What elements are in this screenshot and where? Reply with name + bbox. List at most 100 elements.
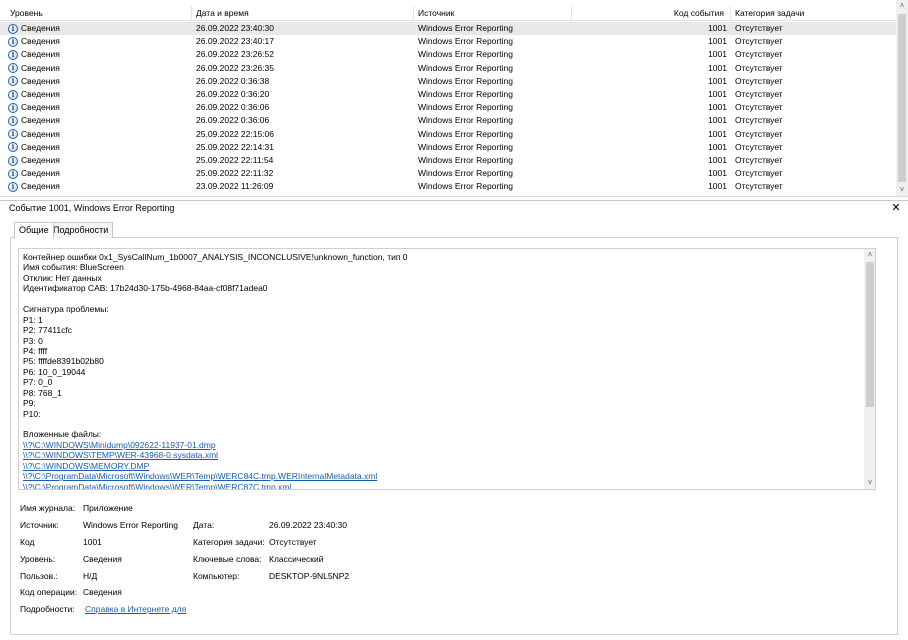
attached-file-link[interactable]: \\?\C:\WINDOWS\Minidump\092622-11937-01.… xyxy=(23,440,858,450)
level-value: Сведения xyxy=(83,554,122,564)
event-description-text: Контейнер ошибки 0x1_SysCallNum_1b0007_A… xyxy=(23,252,858,489)
cell-source: Windows Error Reporting xyxy=(418,89,513,99)
info-icon: i xyxy=(8,142,18,153)
info-icon: i xyxy=(8,181,18,192)
cell-level: Сведения xyxy=(21,115,60,126)
cell-level: Сведения xyxy=(21,62,60,73)
description-line: P2: 77411cfc xyxy=(23,325,72,336)
scroll-up-arrow-icon[interactable]: ˄ xyxy=(864,249,875,261)
cell-date: 25.09.2022 22:11:54 xyxy=(196,155,274,165)
cell-category: Отсутствует xyxy=(735,115,783,126)
events-list[interactable]: Уровень Дата и время Источник Код событи… xyxy=(0,0,908,197)
attached-file-link[interactable]: \\?\C:\ProgramData\Microsoft\Windows\WER… xyxy=(23,471,858,481)
details-header: Событие 1001, Windows Error Reporting ✕ xyxy=(0,200,908,216)
table-row[interactable]: i Сведения 26.09.2022 0:36:20 Windows Error… xyxy=(0,88,896,101)
table-row[interactable]: i Сведения 26.09.2022 23:40:30 Windows Erro… xyxy=(0,22,896,36)
task-category-value: Отсутствует xyxy=(269,537,317,547)
column-header-level[interactable]: Уровень xyxy=(6,6,192,21)
cell-code: 1001 xyxy=(708,102,727,113)
column-header-code[interactable]: Код события xyxy=(572,6,731,21)
details-title: Событие 1001, Windows Error Reporting xyxy=(9,203,175,213)
cell-code: 1001 xyxy=(708,168,727,179)
description-scrollbar[interactable]: ˄ ˅ xyxy=(864,249,875,489)
info-icon: i xyxy=(8,129,18,140)
column-header-category[interactable]: Категория задачи xyxy=(731,6,896,21)
cell-source: Windows Error Reporting xyxy=(418,49,513,60)
list-scrollbar[interactable]: ˄ ˅ xyxy=(896,0,908,196)
cell-level: Сведения xyxy=(21,49,60,60)
cell-category: Отсутствует xyxy=(735,49,783,60)
cell-level: Сведения xyxy=(21,89,60,99)
cell-code: 1001 xyxy=(708,128,727,139)
info-icon: i xyxy=(8,115,18,126)
table-row[interactable]: i Сведения 26.09.2022 23:26:35 Windows Erro… xyxy=(0,62,896,75)
date-label: Дата: xyxy=(193,520,215,530)
scroll-down-arrow-icon[interactable]: ˅ xyxy=(864,477,875,489)
table-row[interactable]: i Сведения 26.09.2022 23:40:17 Windows Erro… xyxy=(0,35,896,48)
info-icon: i xyxy=(8,23,18,34)
scroll-down-arrow-icon[interactable]: ˅ xyxy=(896,184,908,196)
info-icon: i xyxy=(8,63,18,74)
cell-source: Windows Error Reporting xyxy=(418,23,513,33)
cell-category: Отсутствует xyxy=(735,102,783,113)
info-icon: i xyxy=(8,168,18,179)
table-row[interactable]: i Сведения 25.09.2022 22:11:32 Windows Erro… xyxy=(0,167,896,180)
cell-category: Отсутствует xyxy=(735,141,783,152)
cell-category: Отсутствует xyxy=(735,23,783,33)
table-row[interactable]: i Сведения 25.09.2022 22:11:54 Windows Erro… xyxy=(0,154,896,167)
opcode-label: Код операции: xyxy=(20,587,78,597)
attached-file-link[interactable]: \\?\C:\WINDOWS\MEMORY.DMP xyxy=(23,461,858,471)
table-row[interactable]: i Сведения 25.09.2022 22:15:06 Windows Erro… xyxy=(0,128,896,141)
user-label: Пользов.: xyxy=(20,571,58,581)
cell-code: 1001 xyxy=(708,181,727,192)
cell-category: Отсутствует xyxy=(735,36,783,47)
description-line: Вложенные файлы: xyxy=(23,429,102,440)
column-header-date[interactable]: Дата и время xyxy=(192,6,414,21)
cell-source: Windows Error Reporting xyxy=(418,75,513,86)
cell-code: 1001 xyxy=(708,49,727,60)
log-name-label: Имя журнала: xyxy=(20,503,76,513)
description-line: P4: ffff xyxy=(23,345,48,356)
cell-code: 1001 xyxy=(708,23,727,33)
event-description[interactable]: Контейнер ошибки 0x1_SysCallNum_1b0007_A… xyxy=(18,248,876,490)
info-icon: i xyxy=(8,89,18,100)
cell-source: Windows Error Reporting xyxy=(418,102,513,113)
cell-source: Windows Error Reporting xyxy=(418,181,513,192)
cell-date: 23.09.2022 11:26:09 xyxy=(196,181,274,192)
description-scroll-thumb[interactable] xyxy=(866,262,874,407)
attached-file-link[interactable]: \\?\C:\ProgramData\Microsoft\Windows\WER… xyxy=(23,482,858,489)
description-line: P9: xyxy=(23,398,36,409)
cell-date: 25.09.2022 22:11:32 xyxy=(196,168,274,179)
cell-level: Сведения xyxy=(21,155,60,165)
cell-date: 26.09.2022 23:26:35 xyxy=(196,62,274,73)
cell-source: Windows Error Reporting xyxy=(418,168,513,179)
online-help-link[interactable]: Справка в Интернете для xyxy=(85,604,186,614)
description-line xyxy=(23,419,858,429)
cell-level: Сведения xyxy=(21,181,60,192)
more-info-label: Подробности: xyxy=(20,604,75,614)
cell-source: Windows Error Reporting xyxy=(418,36,513,47)
cell-level: Сведения xyxy=(21,128,60,139)
table-row[interactable]: i Сведения 26.09.2022 0:36:38 Windows Error… xyxy=(0,75,896,88)
table-row[interactable]: i Сведения 23.09.2022 11:26:09 Windows Erro… xyxy=(0,180,896,193)
attached-file-link[interactable]: \\?\C:\WINDOWS\TEMP\WER-43968-0.sysdata.… xyxy=(23,450,858,460)
table-row[interactable]: i Сведения 26.09.2022 0:36:06 Windows Error… xyxy=(0,101,896,114)
list-scroll-thumb[interactable] xyxy=(898,14,906,182)
description-line: P3: 0 xyxy=(23,335,43,346)
column-header-source[interactable]: Источник xyxy=(414,6,572,21)
scroll-up-arrow-icon[interactable]: ˄ xyxy=(896,0,908,12)
table-row[interactable]: i Сведения 26.09.2022 23:26:52 Windows Erro… xyxy=(0,48,896,61)
cell-level: Сведения xyxy=(21,141,60,152)
tab-general[interactable]: Общие xyxy=(14,222,54,239)
table-row[interactable]: i Сведения 26.09.2022 0:36:06 Windows Error… xyxy=(0,114,896,127)
table-row[interactable]: i Сведения 25.09.2022 22:14:31 Windows Erro… xyxy=(0,141,896,154)
close-icon[interactable]: ✕ xyxy=(890,201,902,215)
description-line: P1: 1 xyxy=(23,314,43,325)
info-icon: i xyxy=(8,102,18,113)
cell-code: 1001 xyxy=(708,115,727,126)
computer-label: Компьютер: xyxy=(193,571,240,581)
date-value: 26.09.2022 23:40:30 xyxy=(269,520,347,530)
keywords-value: Классический xyxy=(269,554,324,564)
tab-details[interactable]: Подробности xyxy=(48,222,114,238)
cell-source: Windows Error Reporting xyxy=(418,62,513,73)
